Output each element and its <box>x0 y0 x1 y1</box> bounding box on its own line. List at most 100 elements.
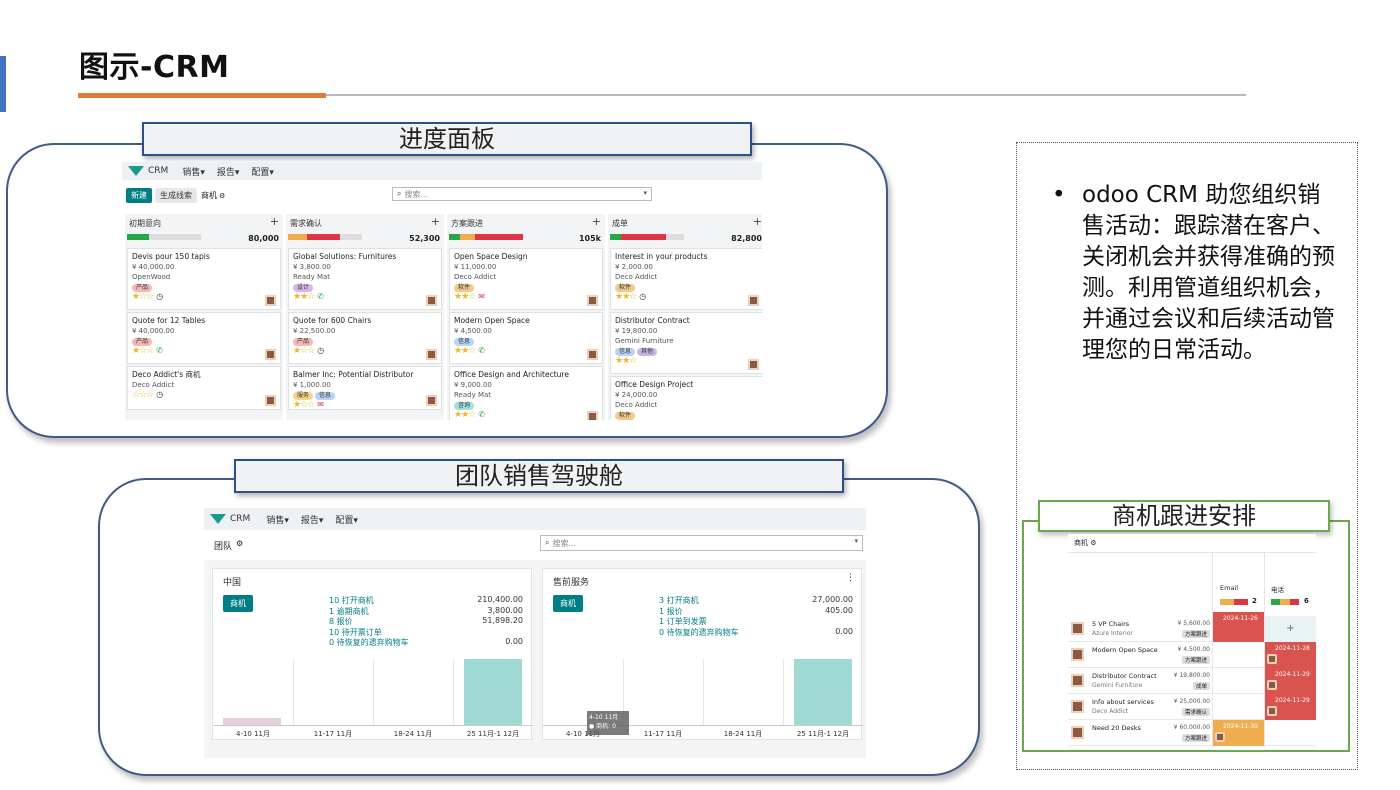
add-activity-button[interactable]: + <box>1265 616 1316 642</box>
priority-stars[interactable]: ★★☆ <box>454 292 476 302</box>
priority-stars[interactable]: ★☆☆ <box>132 346 154 356</box>
phone-icon[interactable]: ✆ <box>156 346 163 356</box>
email-activity-cell[interactable]: 2024-11-30 <box>1213 720 1264 746</box>
opportunity-card[interactable]: Balmer Inc: Potential Distributor ¥ 1,000… <box>288 366 442 410</box>
col-phone[interactable]: 电话 <box>1271 584 1284 594</box>
column-progress-bar[interactable] <box>127 234 201 240</box>
menu-config[interactable]: 配置▾ <box>251 165 274 178</box>
stat-link[interactable]: 0 待恢复的遗弃购物车 <box>329 637 409 648</box>
priority-stars[interactable]: ★☆☆ <box>132 292 154 302</box>
stat-link[interactable]: 8 报价 <box>329 616 353 627</box>
column-progress-bar[interactable] <box>449 234 523 240</box>
avatar[interactable] <box>265 349 276 360</box>
search-input[interactable]: ⌕ 搜索... ▾ <box>392 187 652 201</box>
menu-reports[interactable]: 报告▾ <box>217 165 240 178</box>
gear-icon[interactable]: ⚙ <box>236 539 243 548</box>
phone-activity-cell[interactable]: 2024-11-29 <box>1265 668 1316 694</box>
avatar[interactable] <box>426 349 437 360</box>
menu-sales[interactable]: 销售▾ <box>182 165 205 178</box>
menu-sales[interactable]: 销售▾ <box>266 513 289 526</box>
priority-stars[interactable]: ★★☆ <box>293 292 315 302</box>
stat-link[interactable]: 0 待恢复的遗弃购物车 <box>659 627 739 638</box>
opportunity-card[interactable]: Deco Addict's 商机 Deco Addict ☆☆☆ ◷ <box>127 366 281 410</box>
avatar[interactable] <box>587 349 598 360</box>
gear-icon[interactable]: ⚙ <box>1090 539 1096 547</box>
app-name[interactable]: CRM <box>230 514 250 524</box>
mail-icon[interactable]: ✉ <box>317 400 324 410</box>
opportunity-card[interactable]: Devis pour 150 tapis ¥ 40,000.00 OpenWood 产… <box>127 248 281 310</box>
stat-link[interactable]: 1 逾期商机 <box>329 606 369 617</box>
opportunity-card[interactable]: Distributor Contract ¥ 19,800.00 Gemini Fu… <box>610 312 762 374</box>
opportunity-card[interactable]: Modern Open Space ¥ 4,500.00 信息 ★★☆ ✆ <box>449 312 603 364</box>
generate-leads-button[interactable]: 生成线索 <box>155 188 197 203</box>
search-input[interactable]: ⌕ 搜索... ▾ <box>540 535 863 551</box>
opportunities-button[interactable]: 商机 <box>223 595 253 612</box>
opportunity-card[interactable]: Interest in your products ¥ 2,000.00 Deco … <box>610 248 762 310</box>
chart-bar[interactable] <box>223 718 281 725</box>
col-email[interactable]: Email <box>1220 584 1238 592</box>
stat-link[interactable]: 3 打开商机 <box>659 595 699 606</box>
schedule-row[interactable]: Modern Open Space ¥ 4,500.00 方案跟进 2024-1… <box>1068 642 1316 668</box>
gear-icon[interactable]: ⚙ <box>219 192 225 200</box>
priority-stars[interactable]: ★★☆ <box>454 410 476 420</box>
schedule-row[interactable]: 5 VP Chairs Azure Interior ¥ 5,600.00 方案… <box>1068 612 1316 642</box>
avatar[interactable] <box>748 359 759 370</box>
clock-icon[interactable]: ◷ <box>156 390 163 400</box>
menu-reports[interactable]: 报告▾ <box>301 513 324 526</box>
stat-link[interactable]: 1 报价 <box>659 606 683 617</box>
stat-link[interactable]: 10 待开票订单 <box>329 627 382 638</box>
opportunity-card[interactable]: Office Design Project ¥ 24,000.00 Deco Add… <box>610 376 762 420</box>
opportunity-card[interactable]: Quote for 600 Chairs ¥ 22,500.00 产品 ★☆☆ ◷ <box>288 312 442 364</box>
plus-icon[interactable]: + <box>270 215 279 228</box>
chevron-down-icon[interactable]: ▾ <box>854 537 858 545</box>
card-tag: 信息 <box>615 348 636 356</box>
priority-stars[interactable]: ☆☆☆ <box>132 390 154 400</box>
priority-stars[interactable]: ★★☆ <box>454 346 476 356</box>
clock-icon[interactable]: ◷ <box>639 292 646 302</box>
chart-bar[interactable] <box>794 659 852 725</box>
email-activity-cell[interactable]: 2024-11-26 <box>1213 612 1264 642</box>
priority-stars[interactable]: ★★☆ <box>615 356 637 366</box>
clock-icon[interactable]: ◷ <box>156 292 163 302</box>
avatar[interactable] <box>426 395 437 406</box>
new-button[interactable]: 新建 <box>126 188 152 203</box>
opportunity-card[interactable]: Office Design and Architecture ¥ 9,000.00… <box>449 366 603 420</box>
avatar[interactable] <box>265 295 276 306</box>
phone-activity-cell[interactable]: 2024-11-29 <box>1265 694 1316 720</box>
schedule-row[interactable]: Info about services Deco Addict ¥ 25,000… <box>1068 694 1316 720</box>
stat-link[interactable]: 10 打开商机 <box>329 595 374 606</box>
schedule-row[interactable]: Distributor Contract Gemini Furniture ¥ … <box>1068 668 1316 694</box>
phone-icon[interactable]: ✆ <box>478 346 485 356</box>
clock-icon[interactable]: ◷ <box>317 346 324 356</box>
phone-icon[interactable]: ✆ <box>317 292 324 302</box>
mail-icon[interactable]: ✉ <box>478 292 485 302</box>
chart-bar[interactable] <box>464 659 522 725</box>
more-options-icon[interactable]: ⋮ <box>846 573 855 583</box>
opportunity-card[interactable]: Quote for 12 Tables ¥ 40,000.00 产品 ★☆☆ ✆ <box>127 312 281 364</box>
column-progress-bar[interactable] <box>610 234 684 240</box>
plus-icon[interactable]: + <box>753 215 762 228</box>
menu-config[interactable]: 配置▾ <box>335 513 358 526</box>
app-name[interactable]: CRM <box>148 166 168 176</box>
priority-stars[interactable]: ★★☆ <box>615 292 637 302</box>
avatar[interactable] <box>587 411 598 420</box>
avatar <box>1071 700 1084 713</box>
schedule-row[interactable]: Need 20 Desks ¥ 60,000.00 方案跟进 2024-11-3… <box>1068 720 1316 746</box>
plus-icon[interactable]: + <box>431 215 440 228</box>
plus-icon[interactable]: + <box>592 215 601 228</box>
opportunities-button[interactable]: 商机 <box>553 595 583 612</box>
stat-link[interactable]: 1 订单到发票 <box>659 616 707 627</box>
avatar[interactable] <box>426 295 437 306</box>
avatar[interactable] <box>587 295 598 306</box>
card-amount: ¥ 9,000.00 <box>454 381 492 389</box>
column-progress-bar[interactable] <box>288 234 362 240</box>
phone-activity-cell[interactable]: 2024-11-28 <box>1265 642 1316 668</box>
opportunity-card[interactable]: Open Space Design ¥ 11,000.00 Deco Addict 软… <box>449 248 603 310</box>
priority-stars[interactable]: ★☆☆ <box>293 400 315 410</box>
opportunity-card[interactable]: Global Solutions: Furnitures ¥ 3,800.00 Re… <box>288 248 442 310</box>
phone-icon[interactable]: ✆ <box>478 410 485 420</box>
avatar[interactable] <box>265 395 276 406</box>
priority-stars[interactable]: ★☆☆ <box>293 346 315 356</box>
avatar[interactable] <box>748 295 759 306</box>
chevron-down-icon[interactable]: ▾ <box>643 189 647 197</box>
